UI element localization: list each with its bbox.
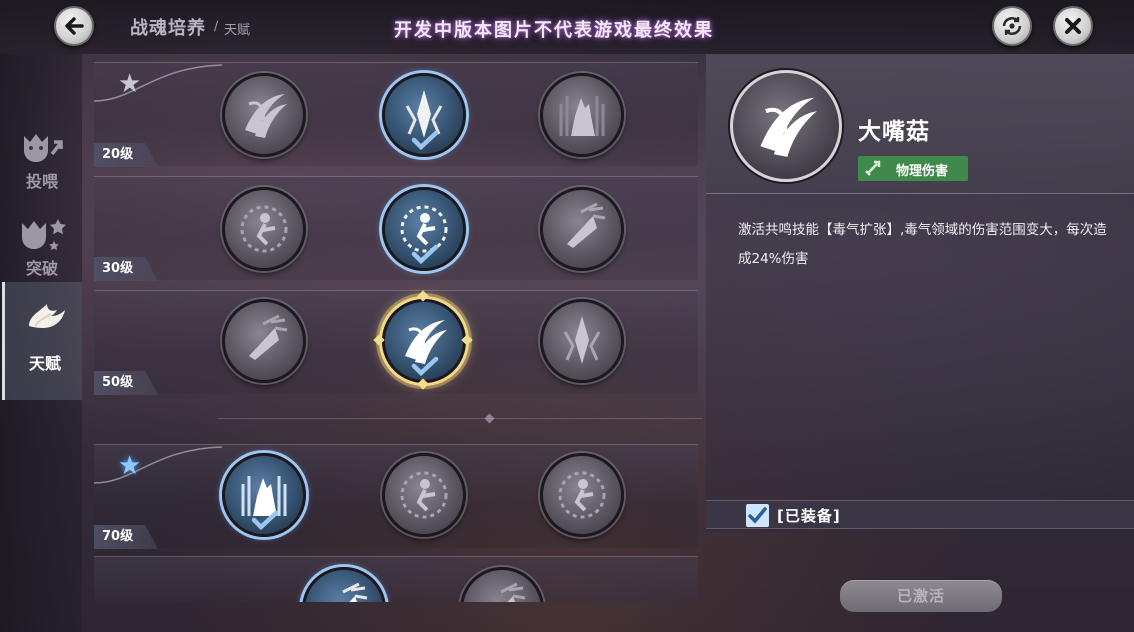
claw-slash-icon bbox=[760, 97, 817, 157]
damage-type-label: 物理伤害 bbox=[896, 164, 949, 179]
talent-tree: ★ 20级 30级 50级 ★ 70级 bbox=[90, 58, 702, 602]
check-icon bbox=[748, 507, 767, 524]
close-icon bbox=[1065, 18, 1081, 34]
nav-item-label: 投喂 bbox=[25, 172, 58, 191]
check-icon bbox=[411, 356, 439, 376]
dev-version-notice: 开发中版本图片不代表游戏最终效果 bbox=[394, 20, 714, 41]
equipped-checkbox[interactable] bbox=[746, 504, 769, 527]
side-nav: 投喂 突破 天赋 bbox=[0, 54, 82, 632]
sword-icon bbox=[865, 160, 881, 176]
tier-ornament bbox=[94, 446, 223, 484]
talent-skill[interactable] bbox=[382, 73, 466, 157]
selection-diamond bbox=[417, 378, 429, 390]
back-button[interactable] bbox=[54, 6, 94, 46]
nav-item-talent[interactable]: 天赋 bbox=[2, 282, 82, 400]
breadcrumb-subtitle: 天赋 bbox=[224, 23, 251, 38]
check-icon bbox=[411, 244, 439, 264]
talent-skill[interactable] bbox=[382, 453, 466, 537]
arrow-burst-icon bbox=[342, 582, 368, 602]
breadcrumb-separator: / bbox=[214, 19, 219, 33]
section-divider bbox=[218, 418, 702, 419]
damage-type-tag: 物理伤害 bbox=[858, 156, 968, 181]
talent-skill[interactable] bbox=[222, 299, 306, 383]
breadcrumb-title: 战魂培养 bbox=[130, 18, 206, 39]
tier-next bbox=[94, 556, 698, 602]
talent-skill[interactable] bbox=[382, 187, 466, 271]
thorn-figure-icon bbox=[240, 205, 288, 253]
beast-star-icon bbox=[22, 219, 66, 251]
skill-detail-panel: 大嘴菇 物理伤害 激活共鸣技能【毒气扩张】,毒气领域的伤害范围变大，每次造成24… bbox=[706, 54, 1134, 532]
check-icon bbox=[411, 130, 439, 150]
tier-level-label: 30级 bbox=[94, 257, 158, 281]
skill-large-icon bbox=[730, 70, 842, 182]
skill-description: 激活共鸣技能【毒气扩张】,毒气领域的伤害范围变大，每次造成24%伤害 bbox=[738, 222, 1107, 267]
selection-diamond bbox=[373, 334, 385, 346]
selection-diamond bbox=[461, 334, 473, 346]
beast-feed-icon bbox=[24, 134, 63, 162]
tier-level-label: 70级 bbox=[94, 525, 158, 549]
tier-30: 30级 bbox=[94, 176, 698, 281]
star-icon: ★ bbox=[118, 451, 142, 481]
claw-slash-icon bbox=[245, 94, 287, 138]
tier-20: ★ 20级 bbox=[94, 62, 698, 167]
arrow-left-icon bbox=[65, 17, 84, 35]
talent-skill[interactable] bbox=[460, 567, 544, 602]
check-icon bbox=[251, 510, 279, 530]
divider-ornament bbox=[484, 413, 495, 424]
tier-50: 50级 bbox=[94, 290, 698, 395]
tier-level-label: 50级 bbox=[94, 371, 158, 395]
wolf-howl-icon bbox=[559, 96, 605, 136]
talent-skill[interactable] bbox=[222, 453, 306, 537]
skill-name: 大嘴菇 bbox=[858, 119, 930, 145]
fang-shard-icon bbox=[563, 316, 601, 364]
equipped-label: [已装备] bbox=[777, 507, 841, 525]
flame-icon bbox=[29, 304, 65, 328]
nav-item-breakthrough[interactable]: 突破 bbox=[2, 211, 82, 281]
thorn-figure-icon bbox=[558, 471, 606, 519]
thorn-figure-icon bbox=[400, 471, 448, 519]
tier-ornament bbox=[94, 64, 223, 102]
cycle-eye-icon bbox=[1002, 17, 1022, 35]
switch-view-button[interactable] bbox=[992, 6, 1032, 46]
nav-item-feed[interactable]: 投喂 bbox=[2, 124, 82, 194]
selection-diamond bbox=[417, 290, 429, 302]
arrow-burst-icon bbox=[500, 582, 526, 602]
tier-70: ★ 70级 bbox=[94, 444, 698, 549]
star-icon: ★ bbox=[118, 69, 142, 99]
top-bar: 战魂培养 / 天赋 开发中版本图片不代表游戏最终效果 bbox=[0, 0, 1134, 54]
talent-skill[interactable] bbox=[302, 567, 386, 602]
close-button[interactable] bbox=[1053, 6, 1093, 46]
equip-status-bar: [已装备] bbox=[706, 500, 1134, 529]
tier-level-label: 20级 bbox=[94, 143, 158, 167]
talent-skill-selected[interactable] bbox=[373, 290, 473, 390]
talent-skill[interactable] bbox=[222, 187, 306, 271]
talent-skill[interactable] bbox=[540, 187, 624, 271]
nav-item-label: 天赋 bbox=[28, 354, 61, 373]
nav-item-label: 突破 bbox=[25, 259, 58, 278]
talent-skill[interactable] bbox=[540, 453, 624, 537]
arrow-burst-icon bbox=[249, 314, 288, 360]
talent-skill[interactable] bbox=[540, 299, 624, 383]
talent-skill[interactable] bbox=[222, 73, 306, 157]
talent-skill[interactable] bbox=[540, 73, 624, 157]
activated-button[interactable]: 已激活 bbox=[840, 580, 1002, 612]
arrow-burst-icon bbox=[567, 202, 606, 248]
detail-header: 大嘴菇 物理伤害 bbox=[706, 54, 1134, 194]
